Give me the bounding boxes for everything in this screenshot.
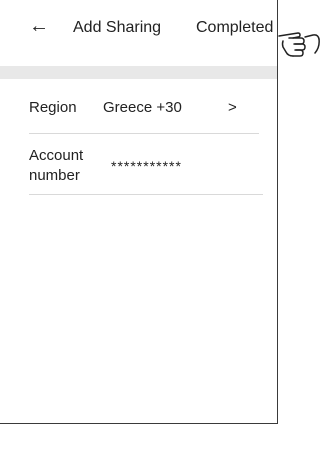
pointing-hand-icon: [278, 32, 320, 57]
region-value: Greece +30: [103, 99, 182, 116]
phone-screen: ← Add Sharing Completed Region Greece +3…: [0, 0, 278, 424]
divider: [29, 133, 259, 134]
section-separator: [0, 66, 277, 79]
divider: [29, 194, 263, 195]
account-number-value: ***********: [111, 158, 182, 174]
account-row: Account number ***********: [0, 142, 277, 196]
back-arrow-icon: ←: [29, 15, 49, 37]
account-number-label: Account number: [29, 147, 84, 184]
completed-button[interactable]: Completed: [196, 17, 273, 39]
chevron-right-icon: >: [228, 99, 237, 116]
region-row[interactable]: Region Greece +30 >: [0, 90, 277, 134]
page-title: Add Sharing: [73, 19, 162, 36]
back-button[interactable]: ←: [28, 14, 50, 38]
header-bar: ← Add Sharing Completed: [0, 0, 277, 66]
region-label: Region: [29, 99, 77, 116]
